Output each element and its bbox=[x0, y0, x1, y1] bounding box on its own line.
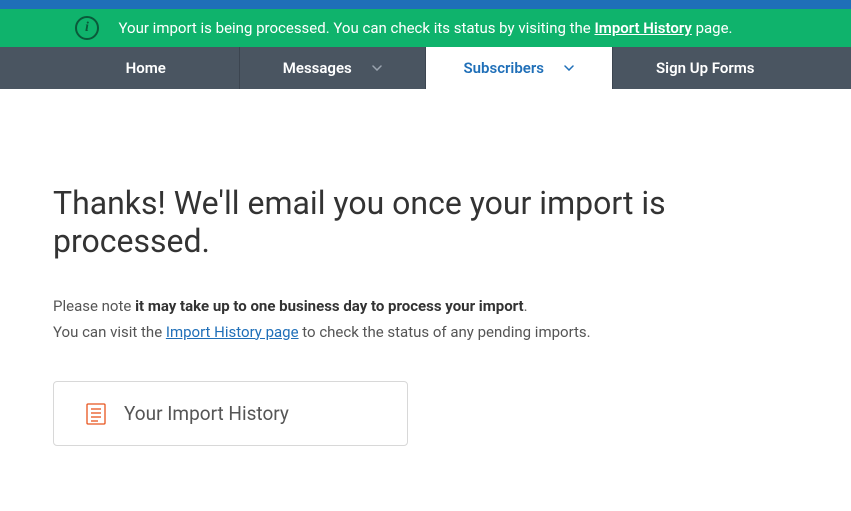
nav-home[interactable]: Home bbox=[53, 47, 240, 89]
import-history-link[interactable]: Import History bbox=[594, 19, 691, 37]
top-accent-bar bbox=[0, 0, 851, 9]
nav-signup-forms[interactable]: Sign Up Forms bbox=[613, 47, 799, 89]
nav-signup-forms-label: Sign Up Forms bbox=[656, 59, 754, 77]
main-content: Thanks! We'll email you once your import… bbox=[53, 89, 798, 446]
nav-messages-label: Messages bbox=[283, 59, 352, 77]
notification-text: Your import is being processed. You can … bbox=[119, 19, 733, 37]
page-heading: Thanks! We'll email you once your import… bbox=[53, 184, 798, 260]
para-import-history: You can visit the Import History page to… bbox=[53, 321, 798, 344]
nav-home-label: Home bbox=[126, 59, 166, 77]
import-history-page-link[interactable]: Import History page bbox=[166, 323, 299, 341]
import-history-button-label: Your Import History bbox=[124, 402, 289, 425]
info-icon: i bbox=[75, 16, 99, 40]
nav-subscribers-label: Subscribers bbox=[464, 59, 544, 77]
main-nav: Home Messages Subscribers Sign Up Forms bbox=[0, 47, 851, 89]
list-icon bbox=[86, 403, 106, 425]
notification-bar: i Your import is being processed. You ca… bbox=[0, 9, 851, 47]
nav-messages[interactable]: Messages bbox=[240, 47, 427, 89]
chevron-down-icon bbox=[372, 63, 382, 73]
chevron-down-icon bbox=[564, 63, 574, 73]
nav-subscribers[interactable]: Subscribers bbox=[426, 47, 613, 89]
para-processing-time: Please note it may take up to one busine… bbox=[53, 295, 798, 318]
your-import-history-button[interactable]: Your Import History bbox=[53, 381, 408, 446]
